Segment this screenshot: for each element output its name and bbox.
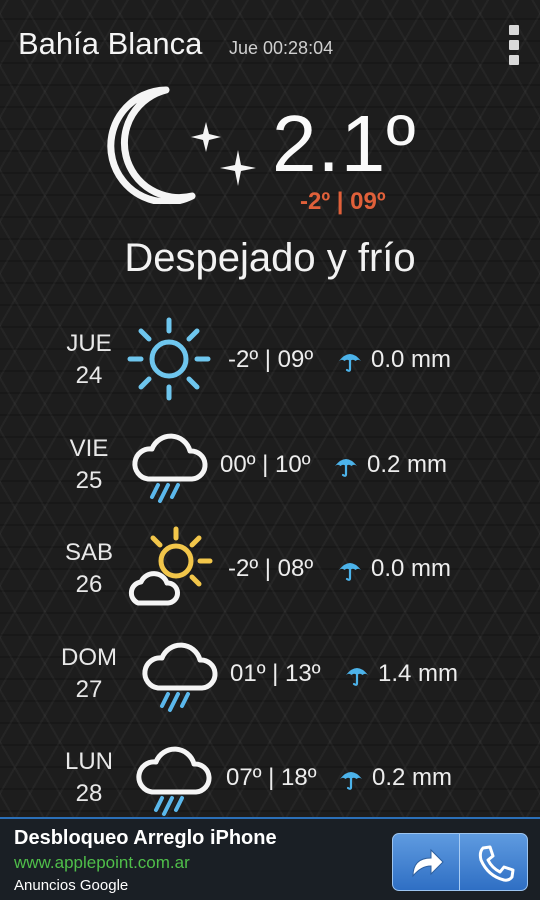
phone-icon[interactable] [461, 834, 527, 890]
forecast-rain: 0.0 mm [371, 555, 452, 582]
current-temp-range: -2º | 09º [300, 188, 386, 215]
forecast-row[interactable]: DOM 27 01º | 13º 1.4 mm [0, 636, 540, 736]
forecast-rain: 0.0 mm [371, 346, 452, 373]
umbrella-icon [346, 668, 368, 686]
forecast-day: VIE 25 [69, 435, 109, 494]
cloud-rain-icon [136, 746, 212, 816]
forecast-temps: 07º | 18º [226, 764, 317, 791]
city-name[interactable]: Bahía Blanca [18, 26, 202, 62]
umbrella-icon [335, 459, 357, 477]
current-datetime: Jue 00:28:04 [229, 38, 334, 58]
moon-stars-icon [107, 86, 256, 204]
partly-cloudy-icon [128, 526, 213, 606]
current-temperature: 2.1º [272, 99, 417, 188]
ad-action-buttons [392, 833, 528, 891]
forecast-day: SAB 26 [64, 539, 114, 598]
overflow-menu-icon[interactable] [504, 23, 524, 67]
forecast-row[interactable]: SAB 26 -2º | 08º 0.0 mm [0, 526, 540, 631]
sun-icon [127, 317, 211, 401]
ad-source-label: Anuncios Google [14, 877, 129, 894]
app-header: Bahía Blanca Jue 00:28:04 [0, 0, 540, 86]
forecast-temps: 01º | 13º [230, 660, 321, 687]
share-arrow-icon[interactable] [393, 834, 460, 890]
forecast-row[interactable]: JUE 24 -2º | 09º 0.0 mm [0, 317, 540, 422]
cloud-rain-icon [142, 642, 218, 712]
forecast-day: JUE 24 [66, 330, 112, 389]
cloud-rain-icon [132, 433, 208, 503]
forecast-rain: 1.4 mm [378, 660, 459, 687]
forecast-row[interactable]: VIE 25 00º | 10º 0.2 mm [0, 427, 540, 527]
forecast-day: LUN 28 [64, 748, 113, 807]
ad-url[interactable]: www.applepoint.com.ar [14, 853, 190, 873]
umbrella-icon [339, 563, 361, 581]
forecast-rain: 0.2 mm [367, 451, 448, 478]
forecast-temps: -2º | 08º [228, 555, 314, 582]
ad-banner[interactable]: Desbloqueo Arreglo iPhone www.applepoint… [0, 817, 540, 900]
ad-title[interactable]: Desbloqueo Arreglo iPhone [14, 827, 277, 850]
forecast-day: DOM 27 [61, 644, 117, 703]
forecast-rain: 0.2 mm [372, 764, 453, 791]
umbrella-icon [340, 772, 362, 790]
forecast-temps: 00º | 10º [220, 451, 311, 478]
forecast-temps: -2º | 09º [228, 346, 314, 373]
umbrella-icon [339, 354, 361, 372]
weather-condition: Despejado y frío [124, 236, 416, 280]
